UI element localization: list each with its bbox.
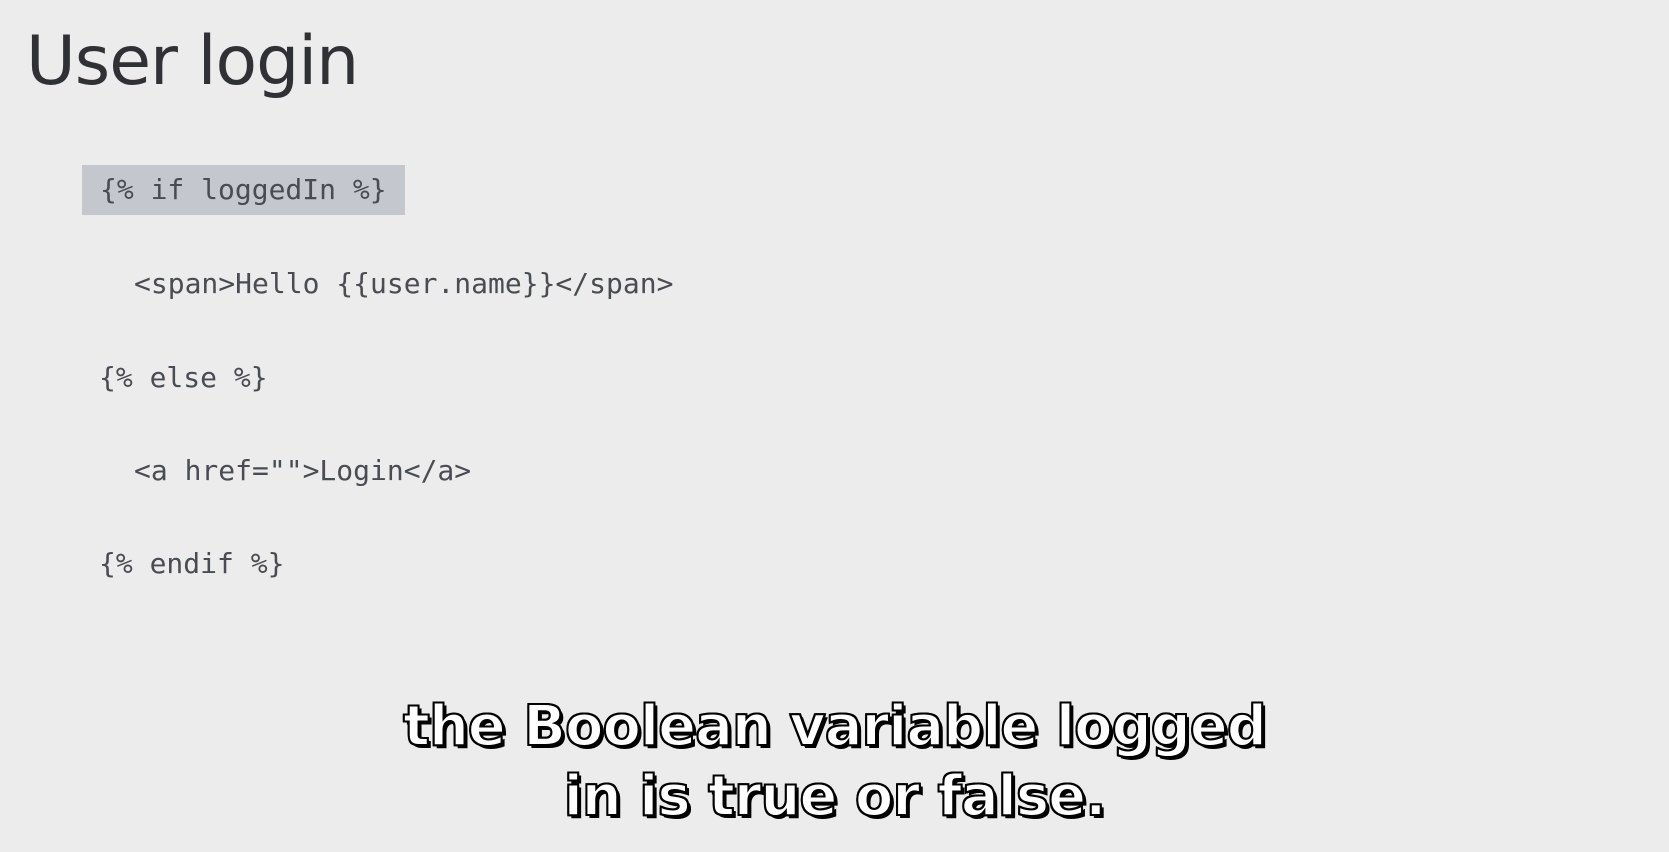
code-line-endif: {% endif %}	[99, 547, 285, 580]
slide-title: User login	[26, 22, 359, 101]
code-line-if-highlighted: {% if loggedIn %}	[82, 165, 405, 215]
code-line-span: <span>Hello {{user.name}}</span>	[134, 267, 674, 300]
slide: User login {% if loggedIn %} <span>Hello…	[0, 0, 1669, 852]
subtitle-caption: the Boolean variable logged in is true o…	[0, 692, 1669, 832]
subtitle-line-2: in is true or false.	[563, 763, 1108, 830]
code-line-anchor: <a href="">Login</a>	[134, 454, 472, 487]
code-line-else: {% else %}	[99, 361, 268, 394]
subtitle-line-1: the Boolean variable logged	[402, 693, 1268, 760]
